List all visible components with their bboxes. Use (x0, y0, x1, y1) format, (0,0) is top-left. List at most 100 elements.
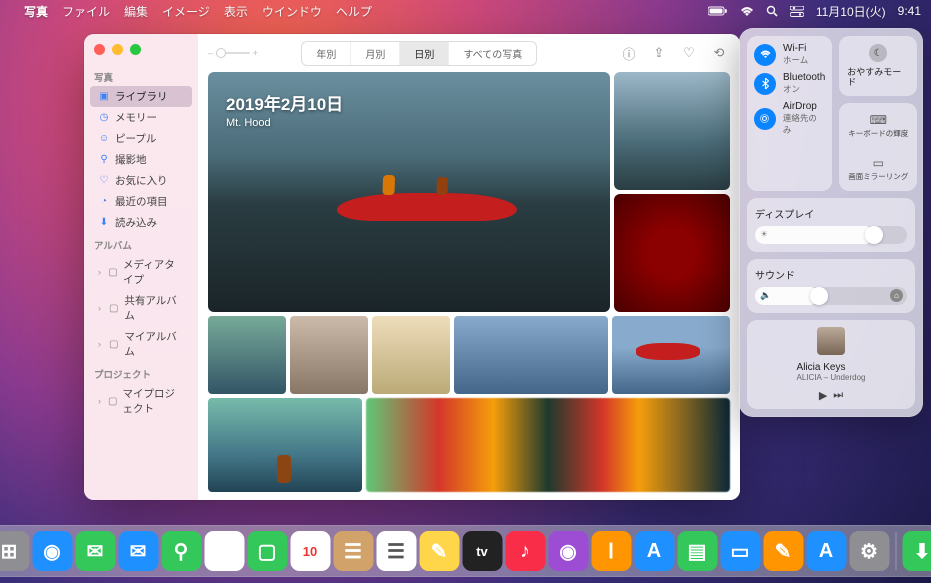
sidebar-item[interactable]: ◔最近の項目 (90, 191, 192, 212)
menubar-date[interactable]: 11月10日(火) (816, 3, 886, 20)
sound-label: サウンド (755, 267, 907, 282)
control-center-icon[interactable] (790, 6, 804, 17)
thumbnail[interactable] (208, 398, 362, 492)
sidebar-item[interactable]: ⚲撮影地 (90, 149, 192, 170)
menu-help[interactable]: ヘルプ (336, 3, 372, 20)
sound-card: サウンド 🔈⌂ (747, 259, 915, 313)
maximize-button[interactable] (130, 44, 141, 55)
moon-icon: ☾ (869, 44, 887, 62)
dock-safari[interactable]: ◉ (32, 531, 72, 571)
sidebar-item[interactable]: ⬇読み込み (90, 212, 192, 233)
dock-books[interactable]: ▕▏ (591, 531, 631, 571)
clock-icon: ◷ (98, 112, 110, 124)
menu-image[interactable]: イメージ (162, 3, 210, 20)
favorite-icon[interactable]: ♡ (678, 42, 700, 64)
menu-edit[interactable]: 編集 (124, 3, 148, 20)
dnd-toggle[interactable]: ☾ おやすみモード (839, 36, 917, 96)
window-controls (84, 44, 198, 65)
album-art (817, 327, 845, 355)
dock-appstore[interactable]: A (634, 531, 674, 571)
photo-grid: 2019年2月10日 Mt. Hood (198, 72, 740, 500)
segment-all[interactable]: すべての写真 (449, 42, 536, 65)
play-icon[interactable]: ▶ (819, 389, 827, 402)
segment-year[interactable]: 年別 (302, 42, 351, 65)
content-area: –+ 年別 月別 日別 すべての写真 ⓘ ⇪ ♡ ⟲ 2019年2月10日 (198, 34, 740, 500)
dock-downloads[interactable]: ⬇ (902, 531, 931, 571)
dock: ☺⊞◉✉✉⚲✿▢10☰☰✎tv♪◉▕▏A▤▭✎A⚙ ⬇🗑 (0, 525, 931, 577)
dock-podcasts[interactable]: ◉ (548, 531, 588, 571)
menu-file[interactable]: ファイル (62, 3, 110, 20)
hero-photo[interactable]: 2019年2月10日 Mt. Hood (208, 72, 610, 312)
sound-slider[interactable]: 🔈⌂ (755, 287, 907, 305)
menu-view[interactable]: 表示 (224, 3, 248, 20)
zoom-slider[interactable]: –+ (208, 48, 258, 58)
wifi-icon[interactable] (740, 6, 754, 17)
sidebar-item[interactable]: ›▢メディアタイプ (90, 254, 192, 290)
thumbnail[interactable] (454, 316, 608, 394)
dock-calendar[interactable]: 10 (290, 531, 330, 571)
ad-toggle[interactable]: AirDrop連絡先のみ (754, 101, 825, 136)
hero-date: 2019年2月10日 (226, 90, 343, 115)
close-button[interactable] (94, 44, 105, 55)
next-icon[interactable]: ⏭ (833, 389, 843, 402)
dock-pages[interactable]: ✎ (763, 531, 803, 571)
thumbnail[interactable] (366, 398, 730, 492)
sidebar-item[interactable]: ›▢共有アルバム (90, 290, 192, 326)
dock-notes[interactable]: ✎ (419, 531, 459, 571)
thumbnail[interactable] (208, 316, 286, 394)
segment-month[interactable]: 月別 (351, 42, 400, 65)
dock-tv[interactable]: tv (462, 531, 502, 571)
sidebar-item[interactable]: ☺ピープル (90, 128, 192, 149)
sidebar-item[interactable]: ◷メモリー (90, 107, 192, 128)
display-label: ディスプレイ (755, 206, 907, 221)
screen-mirroring[interactable]: ▭画面ミラーリング (843, 150, 913, 187)
dock-appstore2[interactable]: A (806, 531, 846, 571)
search-icon[interactable] (766, 5, 778, 17)
battery-icon[interactable] (708, 6, 728, 16)
mirror-icon: ▭ (869, 156, 887, 170)
dock-contacts[interactable]: ☰ (333, 531, 373, 571)
segment-day[interactable]: 日別 (400, 42, 449, 65)
airplay-audio-icon[interactable]: ⌂ (890, 289, 903, 302)
now-playing-card[interactable]: Alicia Keys ALICIA – Underdog ▶⏭ (747, 320, 915, 409)
dock-numbers[interactable]: ▤ (677, 531, 717, 571)
thumbnail[interactable] (612, 316, 730, 394)
dock-preferences[interactable]: ⚙ (849, 531, 889, 571)
sidebar-item[interactable]: ›▢マイアルバム (90, 326, 192, 362)
dock-maps[interactable]: ⚲ (161, 531, 201, 571)
wifi-toggle[interactable]: Wi-Fiホーム (754, 43, 825, 66)
dock-photos[interactable]: ✿ (204, 531, 244, 571)
dock-reminders[interactable]: ☰ (376, 531, 416, 571)
thumbnail[interactable] (614, 194, 730, 312)
minimize-button[interactable] (112, 44, 123, 55)
thumbnail[interactable] (614, 72, 730, 190)
folder-icon: ▢ (108, 338, 119, 350)
menubar-time[interactable]: 9:41 (898, 4, 921, 18)
mini-controls: ⌨キーボードの輝度 ▭画面ミラーリング (839, 103, 917, 191)
dock-facetime[interactable]: ▢ (247, 531, 287, 571)
track-artist: Alicia Keys (797, 362, 866, 373)
dock-launchpad[interactable]: ⊞ (0, 531, 29, 571)
thumbnail[interactable] (372, 316, 450, 394)
rotate-icon[interactable]: ⟲ (708, 42, 730, 64)
bt-toggle[interactable]: Bluetoothオン (754, 72, 825, 95)
share-icon[interactable]: ⇪ (648, 42, 670, 64)
dock-mail[interactable]: ✉ (118, 531, 158, 571)
sidebar-item[interactable]: ›▢マイプロジェクト (90, 383, 192, 419)
thumbnail[interactable] (290, 316, 368, 394)
dock-music[interactable]: ♪ (505, 531, 545, 571)
sidebar-item[interactable]: ♡お気に入り (90, 170, 192, 191)
display-slider[interactable]: ☀ (755, 226, 907, 244)
keyboard-brightness[interactable]: ⌨キーボードの輝度 (843, 107, 913, 144)
menu-bar: 写真 ファイル 編集 イメージ 表示 ウインドウ ヘルプ 11月10日(火) 9… (0, 0, 931, 22)
menu-window[interactable]: ウインドウ (262, 3, 322, 20)
sidebar-item[interactable]: ▣ライブラリ (90, 86, 192, 107)
dock-keynote[interactable]: ▭ (720, 531, 760, 571)
folder-icon: ▢ (108, 302, 119, 314)
dock-messages[interactable]: ✉ (75, 531, 115, 571)
photos-window: 写真▣ライブラリ◷メモリー☺ピープル⚲撮影地♡お気に入り◔最近の項目⬇読み込みア… (84, 34, 740, 500)
info-icon[interactable]: ⓘ (618, 42, 640, 64)
app-menu[interactable]: 写真 (24, 3, 48, 20)
display-card: ディスプレイ ☀ (747, 198, 915, 252)
sidebar-group-header: アルバム (84, 233, 198, 254)
